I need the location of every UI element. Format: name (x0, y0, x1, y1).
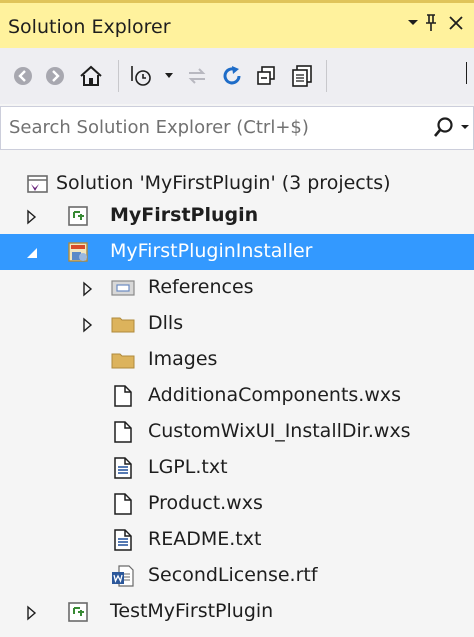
solution-tree: Solution 'MyFirstPlugin' (3 projects) My… (0, 154, 474, 637)
tree-item-folder-images[interactable]: Images (0, 342, 474, 378)
wix-project-icon (66, 240, 90, 264)
tree-item-file[interactable]: CustomWixUI_InstallDir.wxs (0, 414, 474, 450)
toolbar (0, 48, 474, 104)
close-icon[interactable] (448, 15, 464, 36)
forward-icon[interactable] (42, 60, 68, 92)
file-icon (112, 384, 136, 408)
tree-item-label: AdditionaComponents.wxs (148, 384, 402, 406)
tree-item-project[interactable]: MyFirstPlugin (0, 198, 474, 234)
panel-titlebar: Solution Explorer (0, 0, 474, 48)
tree-item-folder-dlls[interactable]: Dlls (0, 306, 474, 342)
csharp-project-icon (66, 600, 90, 624)
search-input[interactable]: Search Solution Explorer (Ctrl+$) (9, 117, 309, 138)
tree-item-references[interactable]: References (0, 270, 474, 306)
expand-arrow-icon[interactable] (24, 208, 40, 225)
search-icon[interactable] (431, 115, 471, 146)
panel-title: Solution Explorer (8, 16, 171, 38)
tree-item-label: Images (148, 348, 218, 370)
tree-item-label: Solution 'MyFirstPlugin' (3 projects) (56, 172, 391, 194)
expand-arrow-icon[interactable] (80, 316, 96, 333)
tree-item-project[interactable]: TestMyFirstPlugin (0, 594, 474, 630)
tree-item-label: MyFirstPlugin (110, 204, 259, 226)
tree-item-installer-project[interactable]: MyFirstPluginInstaller (0, 234, 474, 270)
toolbar-overflow[interactable] (466, 62, 467, 84)
tree-item-solution[interactable]: Solution 'MyFirstPlugin' (3 projects) (0, 166, 474, 202)
tree-item-label: Product.wxs (148, 492, 263, 514)
solution-icon (26, 172, 50, 196)
search-solution-explorer[interactable]: Search Solution Explorer (Ctrl+$) (0, 106, 474, 150)
sync-with-active-document-icon[interactable] (184, 60, 210, 92)
tree-item-file[interactable]: AdditionaComponents.wxs (0, 378, 474, 414)
tree-item-label: LGPL.txt (148, 456, 228, 478)
tree-item-label: MyFirstPluginInstaller (110, 240, 313, 262)
filter-dropdown-icon[interactable] (162, 60, 176, 92)
tree-item-file[interactable]: SecondLicense.rtf (0, 558, 474, 594)
tree-item-label: Dlls (148, 312, 184, 334)
text-file-icon (112, 456, 136, 480)
expand-arrow-icon[interactable] (24, 604, 40, 621)
show-all-files-icon[interactable] (288, 60, 316, 92)
collapse-all-icon[interactable] (252, 60, 280, 92)
file-icon (112, 492, 136, 516)
text-file-icon (112, 528, 136, 552)
references-icon (110, 276, 135, 300)
tree-item-label: SecondLicense.rtf (148, 564, 318, 586)
tree-item-label: TestMyFirstPlugin (110, 600, 274, 622)
home-icon[interactable] (76, 60, 106, 92)
dropdown-icon[interactable] (406, 13, 420, 34)
toolbar-separator (326, 60, 327, 92)
back-icon[interactable] (10, 60, 36, 92)
tree-item-file[interactable]: Product.wxs (0, 486, 474, 522)
tree-item-label: README.txt (148, 528, 262, 550)
csharp-project-icon (66, 204, 90, 228)
folder-icon (110, 312, 135, 336)
pending-changes-filter-icon[interactable] (126, 60, 160, 92)
tree-item-label: CustomWixUI_InstallDir.wxs (148, 420, 411, 442)
refresh-icon[interactable] (218, 60, 246, 92)
folder-icon (110, 348, 135, 372)
pin-icon[interactable] (424, 13, 438, 38)
word-document-icon (110, 564, 134, 588)
file-icon (112, 420, 136, 444)
expand-arrow-icon[interactable] (80, 280, 96, 297)
tree-item-label: References (148, 276, 254, 298)
tree-item-file[interactable]: LGPL.txt (0, 450, 474, 486)
tree-item-file[interactable]: README.txt (0, 522, 474, 558)
toolbar-separator (118, 60, 119, 92)
collapse-arrow-icon[interactable] (24, 244, 40, 260)
